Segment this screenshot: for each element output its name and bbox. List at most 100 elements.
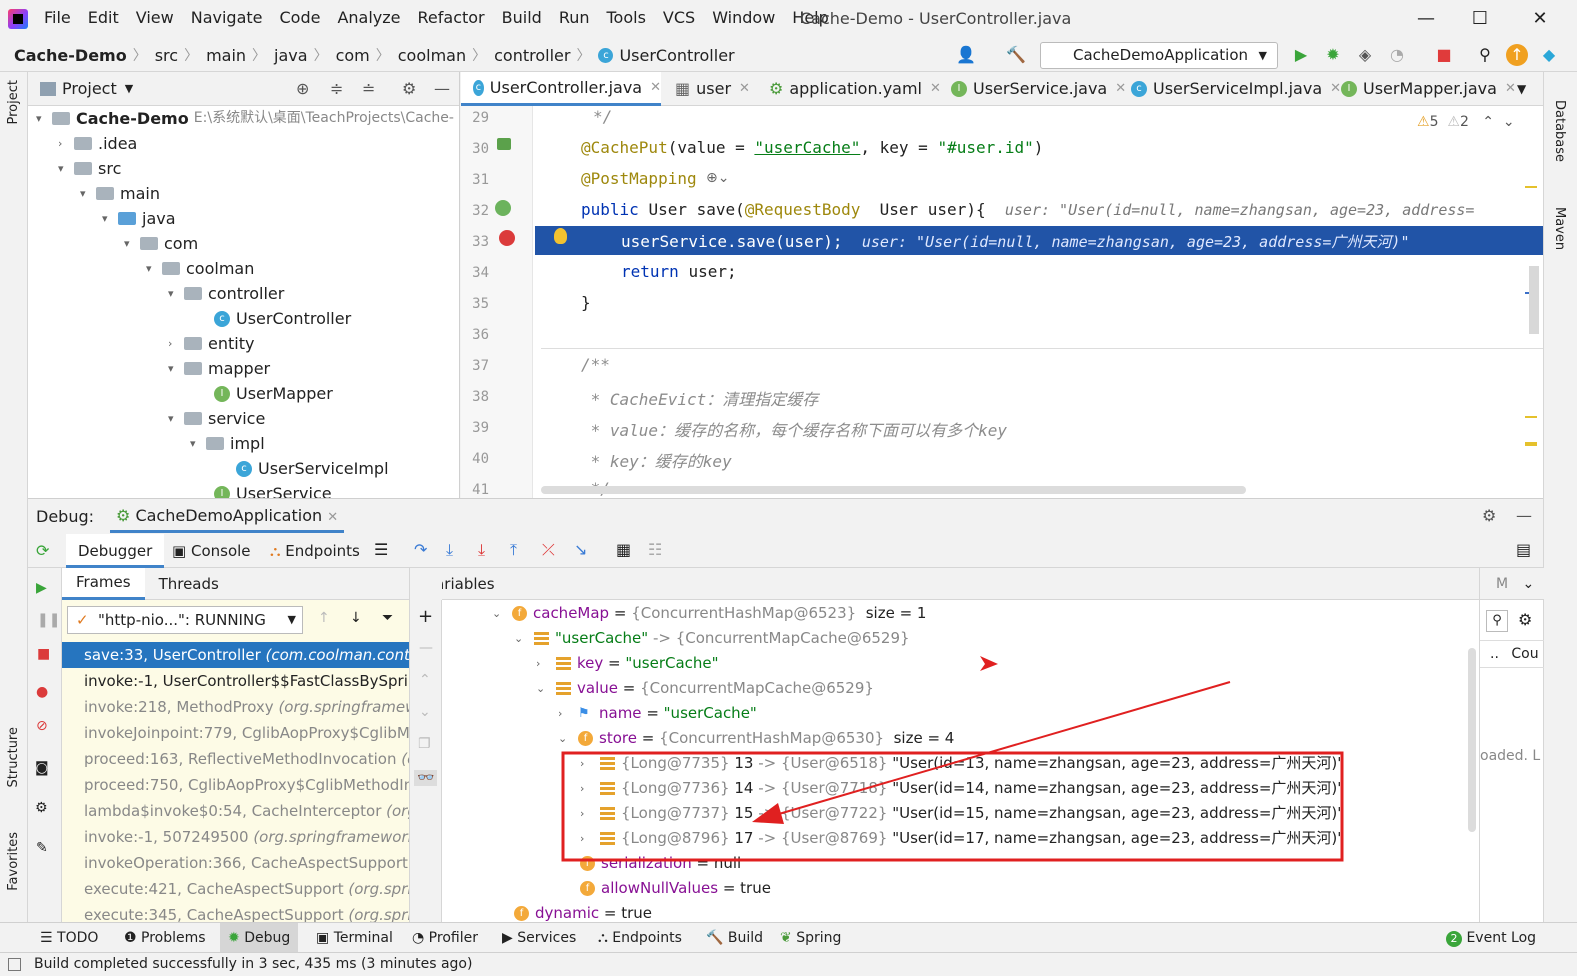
trace-icon[interactable]: ☷ <box>648 540 662 559</box>
tree-item-coolman[interactable]: ▾ coolman <box>146 256 254 281</box>
restore-layout-icon[interactable]: ▤ <box>1516 540 1531 559</box>
menu-window[interactable]: Window <box>712 8 775 27</box>
tree-item-idea[interactable]: › .idea <box>58 131 137 156</box>
globe-icon[interactable]: ⊕⌄ <box>706 170 729 186</box>
tree-item-mapper[interactable]: ▾ mapper <box>168 356 270 381</box>
chevron-right-icon[interactable]: › <box>580 751 600 776</box>
tree-item-service[interactable]: ▾ service <box>168 406 265 431</box>
copy-icon[interactable]: ❐ <box>418 736 431 752</box>
view-breakpoints-icon[interactable]: ● <box>36 684 48 700</box>
filter-icon[interactable]: ⏷ <box>382 610 393 626</box>
store-entry[interactable]: › {Long@7736} 14 -> {User@7718} "User(id=… <box>580 776 1344 801</box>
hide-panel-icon[interactable]: — <box>1516 506 1532 525</box>
glasses-icon[interactable]: 👓 <box>414 770 438 786</box>
tree-item-src[interactable]: ▾ src <box>58 156 121 181</box>
search-icon[interactable]: ⚲ <box>1486 610 1508 632</box>
endpoint-icon[interactable] <box>495 200 511 216</box>
frame-row[interactable]: execute:345, CacheAspectSupport (org.spr… <box>62 902 409 922</box>
crumb-src[interactable]: src <box>155 46 178 65</box>
add-watch-icon[interactable]: + <box>418 606 433 627</box>
menu-refactor[interactable]: Refactor <box>418 8 485 27</box>
breakpoint-icon[interactable] <box>499 230 515 246</box>
class-count-header[interactable]: .. Cou <box>1480 640 1544 668</box>
crumb-coolman[interactable]: coolman <box>398 46 466 65</box>
tab-debugger[interactable]: Debugger <box>66 534 165 568</box>
tool-event-log[interactable]: 2 Event Log <box>1446 923 1536 953</box>
move-down-icon[interactable]: ⌄ <box>419 704 431 720</box>
run-to-cursor-icon[interactable]: ↘ <box>574 540 587 559</box>
crumb-com[interactable]: com <box>336 46 370 65</box>
frame-row[interactable]: save:33, UserController (com.coolman.con… <box>62 642 409 668</box>
debug-icon[interactable]: ✹ <box>1322 44 1344 66</box>
force-step-into-icon[interactable]: ⤓ <box>478 540 485 560</box>
layout-icon[interactable]: ☰ <box>374 540 388 559</box>
menu-navigate[interactable]: Navigate <box>191 8 263 27</box>
locate-icon[interactable]: ⊕ <box>296 79 309 98</box>
structure-tool-button[interactable]: Structure <box>6 727 21 787</box>
var-usercache-entry[interactable]: ⌄ "userCache" -> {ConcurrentMapCache@6529… <box>514 626 910 651</box>
tree-item-main[interactable]: ▾ main <box>80 181 160 206</box>
close-icon[interactable]: ✕ <box>739 72 750 106</box>
rerun-icon[interactable]: ⟳ <box>36 541 49 560</box>
camera-icon[interactable]: ◙ <box>35 760 49 776</box>
horizontal-scrollbar[interactable] <box>541 486 1246 494</box>
tool-endpoints[interactable]: ⛬ Endpoints <box>598 923 682 953</box>
tab-user[interactable]: ▦ user ✕ <box>671 72 750 106</box>
hide-panel-icon[interactable]: — <box>434 79 450 98</box>
variables-scrollbar[interactable] <box>1468 648 1476 832</box>
database-tool-button[interactable]: Database <box>1552 100 1567 162</box>
tool-todo[interactable]: ☰ TODO <box>40 923 98 953</box>
close-window-icon[interactable]: ✕ <box>1520 4 1560 34</box>
tab-userservice[interactable]: I UserService.java ✕ <box>947 72 1126 106</box>
gear-icon[interactable]: ⚙ <box>35 800 48 816</box>
collapse-all-icon[interactable]: ≐ <box>362 79 375 98</box>
var-key[interactable]: › key = "userCache" <box>536 651 719 676</box>
frame-row[interactable]: proceed:750, CglibAopProxy$CglibMethodIn <box>62 772 409 798</box>
project-panel-title[interactable]: Project <box>62 79 117 98</box>
minimize-icon[interactable]: — <box>1406 4 1446 34</box>
tree-item-controller[interactable]: ▾ controller <box>168 281 284 306</box>
thread-selector[interactable]: ✓ "http-nio...": RUNNING ▼ <box>67 606 303 634</box>
build-hammer-icon[interactable]: 🔨 <box>1005 44 1027 66</box>
close-icon[interactable]: ✕ <box>327 510 338 525</box>
chevron-down-icon[interactable]: ⌄ <box>1523 576 1535 592</box>
maximize-icon[interactable]: ☐ <box>1460 4 1500 34</box>
var-dynamic[interactable]: f dynamic = true <box>514 901 652 922</box>
error-stripe-mark[interactable] <box>1525 416 1537 418</box>
tree-item-java[interactable]: ▾ java <box>102 206 176 231</box>
maven-tool-button[interactable]: Maven <box>1552 207 1567 250</box>
tab-usermapper[interactable]: I UserMapper.java ✕ <box>1337 72 1516 106</box>
gear-icon[interactable]: ⚙ <box>1482 506 1496 525</box>
menu-file[interactable]: File <box>44 8 71 27</box>
mute-breakpoints-icon[interactable]: ⊘ <box>36 718 48 734</box>
arrow-up-icon[interactable]: ↑ <box>318 610 330 626</box>
update-icon[interactable]: ↑ <box>1506 44 1528 66</box>
var-cachemap[interactable]: ⌄ f cacheMap = {ConcurrentHashMap@6523} si… <box>492 601 926 626</box>
close-icon[interactable]: ✕ <box>650 71 661 105</box>
error-stripe-mark[interactable] <box>1525 186 1537 188</box>
error-stripe-mark[interactable] <box>1525 442 1537 446</box>
pin-icon[interactable]: ✎ <box>36 840 48 856</box>
run-config-selector[interactable]: CacheDemoApplication ▼ <box>1040 42 1278 69</box>
frame-row[interactable]: execute:421, CacheAspectSupport (org.spr… <box>62 876 409 902</box>
tree-root[interactable]: ▾ Cache-Demo E:\系统默认\桌面\TeachProjects\Ca… <box>36 106 454 131</box>
frame-row[interactable]: invoke:218, MethodProxy (org.springframe… <box>62 694 409 720</box>
tool-terminal[interactable]: ▣ Terminal <box>316 923 393 953</box>
frame-row[interactable]: proceed:163, ReflectiveMethodInvocation … <box>62 746 409 772</box>
menu-build[interactable]: Build <box>502 8 542 27</box>
chevron-down-icon[interactable]: ▼ <box>125 82 133 95</box>
tool-debug[interactable]: ✹ Debug <box>220 923 299 953</box>
tab-endpoints[interactable]: ⛬ Endpoints <box>270 542 360 560</box>
crumb-main[interactable]: main <box>206 46 246 65</box>
store-entry[interactable]: › {Long@7735} 13 -> {User@6518} "User(id=… <box>580 751 1344 776</box>
chevron-right-icon[interactable]: › <box>580 826 600 851</box>
tool-problems[interactable]: ❶ Problems <box>124 923 206 953</box>
var-allownullvalues[interactable]: f allowNullValues = true <box>580 876 771 901</box>
tree-item-com[interactable]: ▾ com <box>124 231 198 256</box>
user-account-icon[interactable]: 👤 <box>955 44 977 66</box>
frame-row[interactable]: invokeJoinpoint:779, CglibAopProxy$Cglib… <box>62 720 409 746</box>
tab-frames[interactable]: Frames <box>62 568 145 600</box>
favorites-tool-button[interactable]: Favorites <box>6 832 21 891</box>
lightbulb-icon[interactable] <box>554 228 567 244</box>
chevron-right-icon[interactable]: › <box>580 776 600 801</box>
